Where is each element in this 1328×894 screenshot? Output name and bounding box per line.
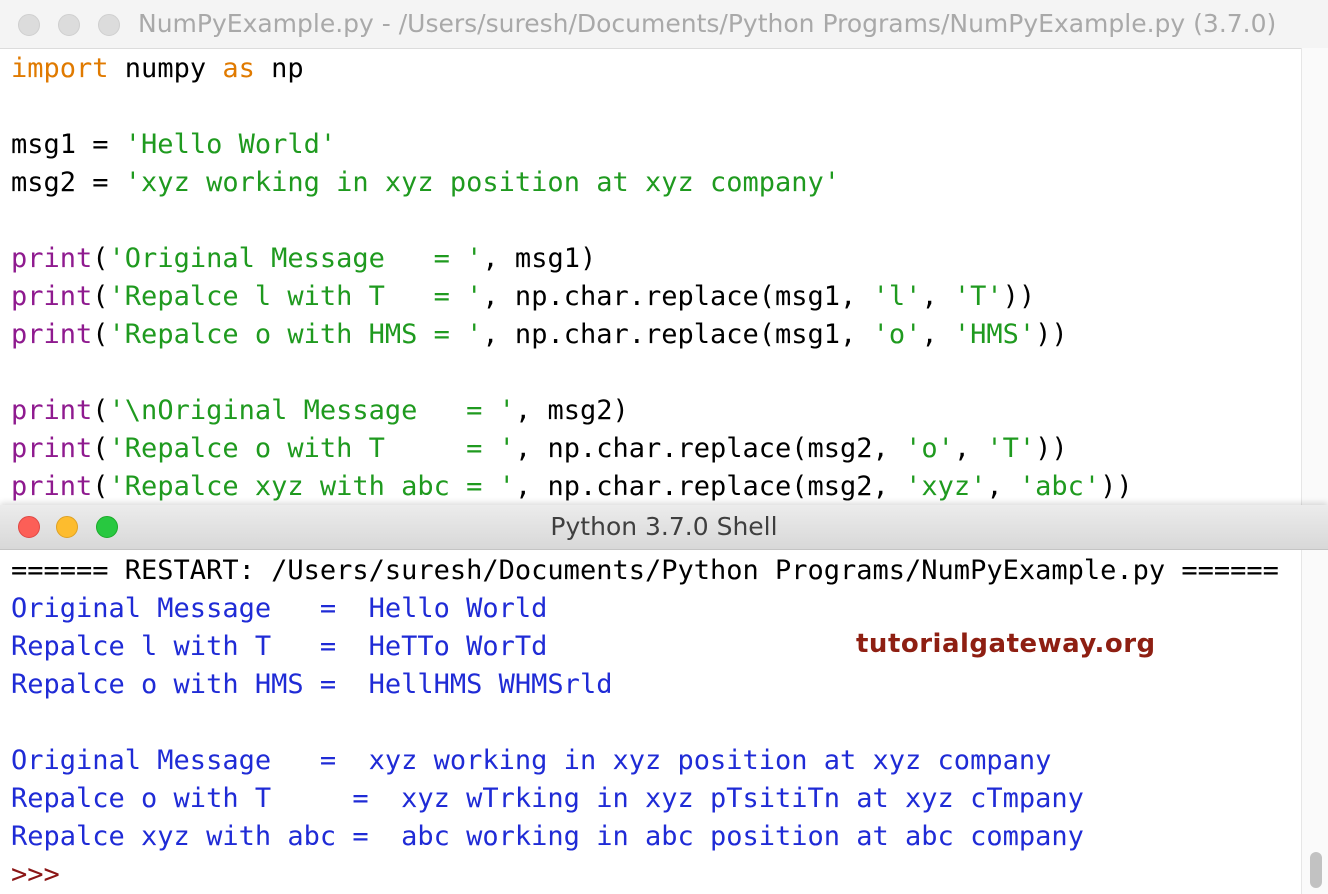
- code-token: )): [1002, 281, 1036, 312]
- code-token: msg2 =: [11, 167, 125, 198]
- shell-titlebar[interactable]: Python 3.7.0 Shell: [0, 505, 1328, 550]
- shell-close-button[interactable]: [18, 516, 40, 538]
- output-line: Original Message = xyz working in xyz po…: [11, 745, 1052, 776]
- code-token: 'o': [905, 433, 954, 464]
- code-token: 'HMS': [953, 319, 1036, 350]
- code-line: print('Repalce xyz with abc = ', np.char…: [11, 468, 1301, 505]
- editor-zoom-button[interactable]: [98, 14, 120, 36]
- code-token: ,: [986, 471, 1019, 502]
- editor-window: NumPyExample.py - /Users/suresh/Document…: [0, 0, 1328, 505]
- code-token: (: [92, 395, 109, 426]
- watermark-logo: tutorialgateway.org: [856, 629, 1156, 659]
- code-token: numpy: [108, 53, 223, 84]
- code-token: import: [11, 53, 109, 84]
- code-token: print: [11, 395, 93, 426]
- scrollbar-thumb[interactable]: [1310, 852, 1322, 888]
- shell-window: Python 3.7.0 Shell ====== RESTART: /User…: [0, 505, 1328, 894]
- code-token: 'o': [872, 319, 922, 350]
- code-token: '\nOriginal Message = ': [108, 395, 515, 426]
- code-token: ,: [921, 281, 954, 312]
- code-line: msg2 = 'xyz working in xyz position at x…: [11, 164, 1301, 202]
- code-token: , np.char.replace(msg2,: [514, 433, 906, 464]
- code-token: ,: [921, 319, 954, 350]
- code-token: 'Repalce o with HMS = ': [108, 319, 483, 350]
- code-token: , np.char.replace(msg1,: [482, 319, 873, 350]
- code-token: (: [92, 319, 109, 350]
- shell-window-title: Python 3.7.0 Shell: [550, 512, 778, 541]
- code-token: msg1 =: [11, 129, 125, 160]
- code-token: 'Repalce o with T = ': [108, 433, 515, 464]
- code-token: print: [11, 471, 93, 502]
- code-token: 'abc': [1018, 471, 1101, 502]
- code-token: print: [11, 319, 93, 350]
- shell-prompt[interactable]: >>>: [11, 856, 1301, 894]
- code-token: 'xyz': [905, 471, 987, 502]
- editor-window-title: NumPyExample.py - /Users/suresh/Document…: [138, 9, 1277, 38]
- code-token: )): [1035, 433, 1068, 464]
- shell-zoom-button[interactable]: [96, 516, 118, 538]
- editor-minimize-button[interactable]: [58, 14, 80, 36]
- code-token: (: [92, 243, 109, 274]
- code-line: msg1 = 'Hello World': [11, 126, 1301, 164]
- code-token: 'Repalce l with T = ': [108, 281, 483, 312]
- shell-output[interactable]: ====== RESTART: /Users/suresh/Documents/…: [11, 552, 1301, 894]
- code-token: , msg1): [482, 243, 597, 274]
- code-token: as: [222, 53, 255, 84]
- code-line: import numpy as np: [11, 50, 1301, 88]
- code-token: , np.char.replace(msg1,: [482, 281, 873, 312]
- editor-close-button[interactable]: [18, 14, 40, 36]
- editor-titlebar[interactable]: NumPyExample.py - /Users/suresh/Document…: [0, 0, 1328, 49]
- code-line: print('Repalce l with T = ', np.char.rep…: [11, 278, 1301, 316]
- shell-minimize-button[interactable]: [56, 516, 78, 538]
- code-token: print: [11, 243, 93, 274]
- code-line: print('\nOriginal Message = ', msg2): [11, 392, 1301, 430]
- shell-scrollbar[interactable]: [1301, 550, 1328, 894]
- code-token: 'l': [872, 281, 922, 312]
- code-line: print('Original Message = ', msg1): [11, 240, 1301, 278]
- restart-line: ====== RESTART: /Users/suresh/Documents/…: [11, 555, 1279, 586]
- code-token: print: [11, 433, 93, 464]
- code-line: print('Repalce o with T = ', np.char.rep…: [11, 430, 1301, 468]
- code-token: 'Hello World': [124, 129, 337, 160]
- code-token: )): [1100, 471, 1133, 502]
- code-editor-text[interactable]: import numpy as np msg1 = 'Hello World' ms…: [11, 50, 1301, 505]
- code-token: )): [1035, 319, 1068, 350]
- code-token: (: [92, 471, 109, 502]
- output-line: Repalce xyz with abc = abc working in ab…: [11, 821, 1084, 852]
- code-token: 'T': [986, 433, 1036, 464]
- code-token: (: [92, 281, 109, 312]
- code-token: np: [254, 53, 304, 84]
- code-line: print('Repalce o with HMS = ', np.char.r…: [11, 316, 1301, 354]
- code-token: , msg2): [514, 395, 629, 426]
- code-token: (: [92, 433, 109, 464]
- code-token: 'xyz working in xyz position at xyz comp…: [124, 167, 841, 198]
- output-line: Repalce o with T = xyz wTrking in xyz pT…: [11, 783, 1084, 814]
- output-line: Repalce o with HMS = HellHMS WHMSrld: [11, 669, 613, 700]
- output-line: Original Message = Hello World: [11, 593, 548, 624]
- editor-scrollbar[interactable]: [1301, 48, 1328, 505]
- code-token: , np.char.replace(msg2,: [514, 471, 906, 502]
- code-token: print: [11, 281, 93, 312]
- code-token: 'Original Message = ': [108, 243, 483, 274]
- code-token: 'Repalce xyz with abc = ': [108, 471, 515, 502]
- code-token: 'T': [953, 281, 1003, 312]
- code-token: ,: [953, 433, 987, 464]
